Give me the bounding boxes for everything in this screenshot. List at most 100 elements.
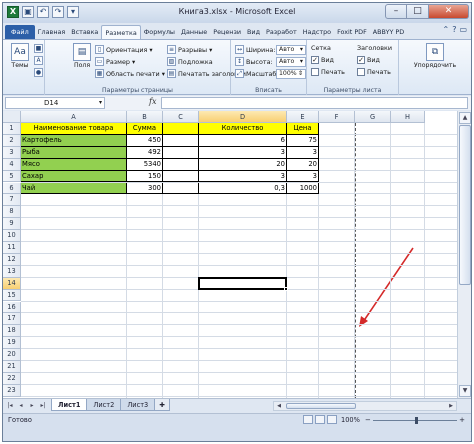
column-header-f[interactable]: F — [319, 111, 355, 123]
fill-handle[interactable] — [284, 286, 288, 291]
gridlines-view-option[interactable]: ✓ Вид — [311, 54, 334, 65]
next-sheet-icon[interactable]: ▸ — [27, 401, 37, 410]
first-sheet-icon[interactable]: |◂ — [5, 401, 15, 410]
row-header-2[interactable]: 2 — [3, 134, 21, 147]
row-header-15[interactable]: 15 — [3, 289, 21, 302]
horizontal-scroll-thumb[interactable] — [286, 403, 356, 409]
tab-review[interactable]: Рецензи — [210, 25, 244, 39]
tab-foxit-pdf[interactable]: Foxit PDF — [334, 25, 370, 39]
sum-cell[interactable]: 450 — [127, 134, 163, 147]
quantity-cell[interactable]: 3 — [199, 146, 287, 159]
empty-cell[interactable] — [163, 182, 199, 195]
row-header-17[interactable]: 17 — [3, 313, 21, 326]
row-header-7[interactable]: 7 — [3, 194, 21, 207]
row-header-22[interactable]: 22 — [3, 372, 21, 385]
tab-addins[interactable]: Надстро — [300, 25, 334, 39]
zoom-level[interactable]: 100% — [341, 416, 360, 424]
row-header-20[interactable]: 20 — [3, 349, 21, 361]
worksheet-grid[interactable]: A B C D E F G H 1 2 3 4 5 6 7 8 9 10 11 12 13 14 15 16 17 18 19 20 2… — [3, 111, 457, 398]
theme-effects-icon[interactable]: ● — [34, 68, 43, 77]
tab-page-layout[interactable]: Разметка — [101, 25, 141, 39]
scroll-right-icon[interactable]: ▶ — [446, 402, 456, 410]
zoom-in-icon[interactable]: + — [459, 416, 465, 424]
zoom-slider[interactable]: − + — [365, 416, 465, 424]
formula-input[interactable] — [161, 97, 468, 109]
vertical-scroll-thumb[interactable] — [459, 125, 471, 285]
quantity-cell[interactable]: 3 — [199, 170, 287, 183]
sheet-tab-1[interactable]: Лист1 — [51, 399, 88, 411]
prev-sheet-icon[interactable]: ◂ — [16, 401, 26, 410]
sum-cell[interactable]: 5340 — [127, 158, 163, 171]
scroll-down-icon[interactable]: ▼ — [459, 385, 471, 397]
page-layout-view-icon[interactable] — [315, 415, 325, 424]
headings-view-checkbox[interactable]: ✓ — [357, 55, 365, 64]
gridlines-print-option[interactable]: Печать — [311, 66, 345, 77]
vertical-scrollbar[interactable]: ▲ ▼ — [457, 111, 471, 398]
column-header-e[interactable]: E — [287, 111, 319, 123]
row-header-11[interactable]: 11 — [3, 242, 21, 254]
select-all-corner[interactable] — [3, 111, 21, 123]
tab-view[interactable]: Вид — [244, 25, 263, 39]
row-header-19[interactable]: 19 — [3, 337, 21, 350]
header-cell-sum[interactable]: Сумма — [127, 123, 163, 135]
themes-button[interactable]: Aa Темы — [7, 43, 33, 69]
breaks-button[interactable]: ≡ Разрывы ▾ — [167, 44, 212, 55]
theme-fonts-icon[interactable]: A — [34, 56, 43, 65]
sheet-tab-2[interactable]: Лист2 — [86, 399, 122, 411]
header-cell-qty[interactable]: Количество — [199, 123, 287, 135]
price-cell[interactable]: 20 — [287, 158, 319, 171]
column-header-g[interactable]: G — [355, 111, 391, 123]
row-header-12[interactable]: 12 — [3, 253, 21, 266]
row-header-6[interactable]: 6 — [3, 182, 21, 195]
column-header-h[interactable]: H — [391, 111, 425, 123]
row-header-9[interactable]: 9 — [3, 218, 21, 231]
price-cell[interactable]: 3 — [287, 170, 319, 183]
height-select[interactable]: Авто ▾ — [276, 56, 306, 67]
sum-cell[interactable]: 150 — [127, 170, 163, 183]
row-header-4[interactable]: 4 — [3, 158, 21, 171]
row-header-23[interactable]: 23 — [3, 384, 21, 397]
column-header-d[interactable]: D — [199, 111, 287, 123]
column-header-c[interactable]: C — [163, 111, 199, 123]
theme-colors-icon[interactable]: ■ — [34, 44, 43, 53]
tab-abbyy-pdf[interactable]: ABBYY PD — [370, 25, 407, 39]
price-cell[interactable]: 1000 — [287, 182, 319, 195]
empty-cell[interactable] — [163, 146, 199, 159]
gridlines-print-checkbox[interactable] — [311, 67, 319, 76]
row-header-16[interactable]: 16 — [3, 301, 21, 314]
row-header-8[interactable]: 8 — [3, 206, 21, 219]
empty-cell[interactable] — [163, 170, 199, 183]
tab-file[interactable]: Файл — [5, 25, 35, 39]
chevron-down-icon[interactable]: ▾ — [99, 98, 102, 108]
row-header-3[interactable]: 3 — [3, 146, 21, 159]
help-icon[interactable]: ? — [452, 25, 456, 34]
scroll-up-icon[interactable]: ▲ — [459, 112, 471, 124]
product-name-cell[interactable]: Чай — [21, 182, 127, 195]
last-sheet-icon[interactable]: ▸| — [38, 401, 48, 410]
tab-formulas[interactable]: Формулы — [141, 25, 178, 39]
orientation-button[interactable]: ▯ Ориентация ▾ — [95, 44, 153, 55]
page-break-view-icon[interactable] — [327, 415, 337, 424]
name-box[interactable]: D14 ▾ — [5, 97, 105, 109]
header-cell-empty[interactable] — [163, 123, 199, 135]
product-name-cell[interactable]: Сахар — [21, 170, 127, 183]
product-name-cell[interactable]: Рыба — [21, 146, 127, 159]
scale-stepper[interactable]: 100% ⇕ — [276, 68, 306, 79]
price-cell[interactable]: 75 — [287, 134, 319, 147]
horizontal-scrollbar[interactable]: ◀ ▶ — [273, 401, 457, 411]
tab-data[interactable]: Данные — [178, 25, 210, 39]
column-header-b[interactable]: B — [127, 111, 163, 123]
headings-print-option[interactable]: Печать — [357, 66, 391, 77]
header-cell-price[interactable]: Цена — [287, 123, 319, 135]
quantity-cell[interactable]: 6 — [199, 134, 287, 147]
insert-sheet-icon[interactable]: ✚ — [154, 399, 170, 411]
sum-cell[interactable]: 300 — [127, 182, 163, 195]
empty-cell[interactable] — [163, 158, 199, 171]
close-button[interactable]: ✕ — [429, 4, 469, 19]
header-cell-name[interactable]: Наименование товара — [21, 123, 127, 135]
quantity-cell[interactable]: 20 — [199, 158, 287, 171]
insert-function-icon[interactable]: fx — [149, 97, 156, 106]
zoom-knob[interactable] — [415, 416, 418, 424]
tab-developer[interactable]: Разработ — [263, 25, 300, 39]
zoom-out-icon[interactable]: − — [365, 416, 371, 424]
